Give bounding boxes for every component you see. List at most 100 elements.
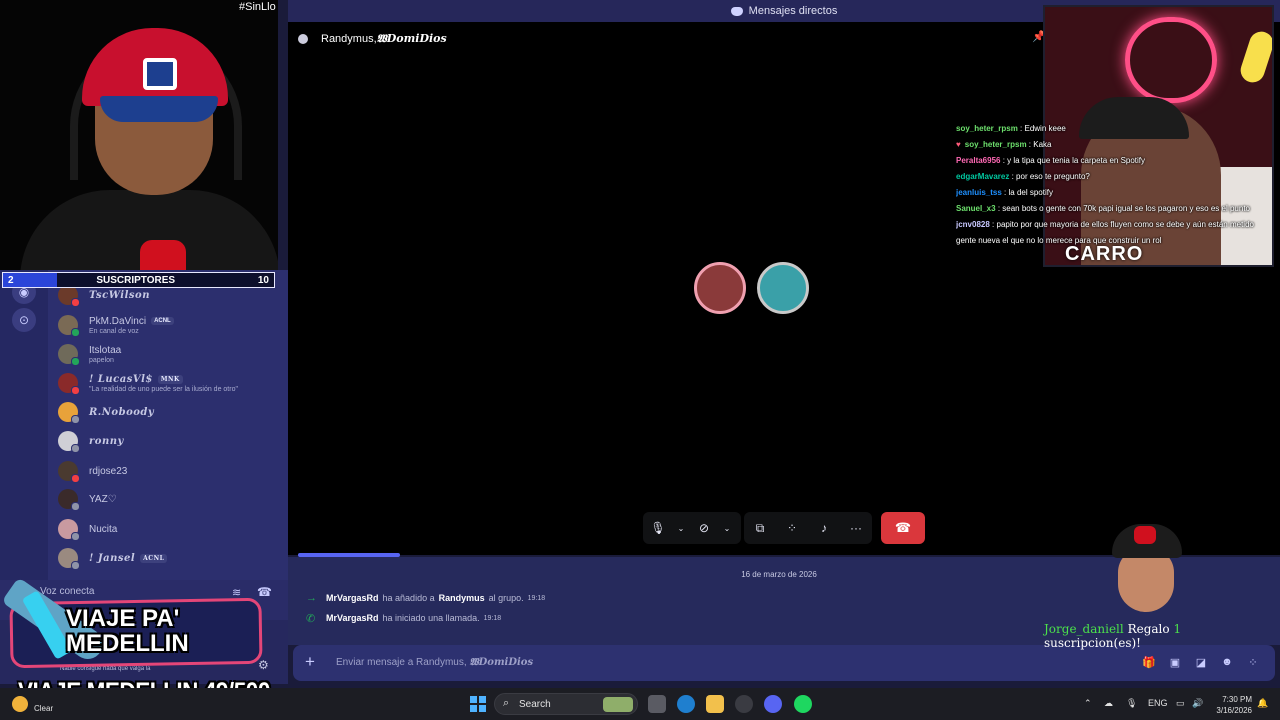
member-status-text: En canal de voz (89, 327, 139, 335)
member-name-text: Itslotaa (89, 344, 122, 356)
avatar (58, 402, 80, 424)
activities-icon[interactable]: ⁘ (776, 512, 808, 544)
avatar (58, 285, 80, 307)
member-text: TscWilson (89, 290, 150, 301)
chat-text: gente nueva el que no lo merece para que… (956, 236, 1162, 245)
edge-icon[interactable] (677, 695, 695, 713)
tray-mic-icon[interactable]: 🎙 (1126, 698, 1137, 709)
message-author[interactable]: MrVargasRd (326, 593, 379, 603)
member-item[interactable]: ronny (58, 428, 124, 454)
member-item[interactable]: Nucita (58, 516, 117, 542)
message-composer[interactable]: + Enviar mensaje a Randymus, 𝖂DomiDios 🎁… (293, 645, 1275, 681)
chat-username: soy_heter_rpsm (964, 140, 1027, 149)
subscriber-goal-bar: 2 SUSCRIPTORES 10 (2, 272, 275, 288)
call-header: Randymus, 𝖂DomiDios (298, 32, 447, 46)
sticker-icon[interactable]: ◪ (1193, 656, 1209, 670)
attach-plus-icon[interactable]: + (305, 652, 315, 672)
microphone (140, 240, 186, 270)
app-icon[interactable] (735, 695, 753, 713)
alert-avatar-logo (1134, 526, 1156, 544)
member-list: TscWilson PkM.DaVinci ACNL En canal de voz I… (48, 270, 288, 580)
language-indicator[interactable]: ENG (1148, 698, 1168, 708)
chat-text: : papito por que mayoria de ellos fluyen… (992, 220, 1254, 229)
network-icon[interactable]: ▭ (1176, 698, 1185, 709)
taskbar-search[interactable]: ⌕ Search (494, 693, 638, 715)
placeholder-text: Enviar mensaje a Randymus, (336, 657, 470, 668)
tray-chevron-icon[interactable]: ⌃ (1084, 698, 1092, 709)
member-text: rdjose23 (89, 466, 127, 477)
noise-suppression-icon[interactable]: ≋ (232, 586, 241, 599)
alert-count: 1 (1173, 622, 1182, 636)
camera-off-icon[interactable]: ⊘ (689, 512, 719, 544)
chat-text: : la del spotify (1004, 188, 1053, 197)
chat-text: : sean bots o gente con 70k papi igual s… (997, 204, 1250, 213)
member-text: ronny (89, 436, 124, 447)
member-status-text: papelon (89, 356, 114, 364)
alert-action: Regalo (1127, 622, 1170, 636)
avatar (58, 344, 80, 366)
mic-options-chevron-icon[interactable]: ⌄ (673, 512, 689, 544)
call-participant-fancy: 𝖂DomiDios (376, 32, 447, 45)
camera-options-chevron-icon[interactable]: ⌄ (719, 512, 735, 544)
member-name: ! LucasVl$ MNK (89, 374, 238, 385)
message-text: ha añadido a (382, 593, 435, 603)
chat-username: edgarMavarez (956, 172, 1010, 181)
subs-current: 2 (8, 274, 14, 286)
task-view-icon[interactable] (648, 695, 666, 713)
member-item[interactable]: R.Noboody (58, 399, 154, 425)
cap-brim (100, 96, 218, 122)
message-author[interactable]: MrVargasRd (326, 613, 379, 623)
member-name: ! Jansel ACNL (89, 553, 168, 564)
gift-icon[interactable]: 🎁 (1141, 656, 1157, 670)
tray-cloud-icon[interactable]: ☁ (1104, 698, 1113, 709)
message-timestamp: 19:18 (483, 614, 502, 622)
screen-share-icon[interactable]: ⧉ (744, 512, 776, 544)
member-item[interactable]: PkM.DaVinci ACNL En canal de voz (58, 312, 174, 338)
member-item[interactable]: Itslotaa papelon (58, 341, 121, 367)
member-text: ! LucasVl$ MNK "La realidad de uno puede s… (89, 374, 238, 393)
system-clock[interactable]: 7:30 PM 3/16/2026 (1212, 694, 1252, 716)
alert-username: Jorge_daniell (1044, 622, 1124, 636)
soundboard-icon[interactable]: ♪ (808, 512, 840, 544)
weather-label[interactable]: Clear (34, 704, 53, 713)
gif-icon[interactable]: ▣ (1167, 656, 1183, 670)
spotify-icon[interactable] (794, 695, 812, 713)
viaje-sticker-text: VIAJE PA' MEDELLIN (66, 605, 189, 657)
discord-taskbar-icon[interactable] (764, 695, 782, 713)
windows-start-icon[interactable] (470, 696, 486, 712)
apps-icon[interactable]: ⁘ (1245, 656, 1261, 670)
member-name: R.Noboody (89, 407, 154, 418)
more-options-icon[interactable]: ··· (840, 512, 872, 544)
composer-placeholder[interactable]: Enviar mensaje a Randymus, 𝖂DomiDios (336, 657, 533, 668)
message-target-user[interactable]: Randymus (439, 593, 485, 603)
file-explorer-icon[interactable] (706, 695, 724, 713)
alert-suffix: suscripcion(es)! (1044, 636, 1141, 650)
avatar (58, 431, 80, 453)
avatar (58, 489, 80, 511)
emoji-icon[interactable]: ☻ (1219, 656, 1235, 670)
weather-icon[interactable] (12, 696, 28, 712)
participant-avatar-randymus[interactable] (694, 262, 746, 314)
member-item[interactable]: ! Jansel ACNL (58, 545, 168, 571)
leave-call-button[interactable]: ☎ (881, 512, 925, 544)
subs-goal: 10 (257, 274, 269, 286)
member-text: YAZ♡ (89, 494, 117, 505)
microphone-icon[interactable]: 🎙 (643, 512, 673, 544)
notifications-icon[interactable]: 🔔 (1257, 698, 1268, 709)
disconnect-icon[interactable]: ☎ (257, 585, 272, 599)
clan-tag-badge: ACNL (140, 553, 168, 563)
sub-gift-alert: Jorge_daniell Regalo 1 suscripcion(es)! (1044, 622, 1280, 650)
explore-icon[interactable]: ⊙ (12, 308, 36, 332)
member-item[interactable]: rdjose23 (58, 458, 127, 484)
member-item[interactable]: YAZ♡ (58, 486, 117, 512)
member-item[interactable]: ! LucasVl$ MNK "La realidad de uno puede s… (58, 370, 238, 396)
clock-date: 3/16/2026 (1216, 706, 1252, 715)
search-icon: ⌕ (503, 697, 510, 709)
stream-hashtag: #SinLlo (239, 1, 276, 13)
chat-username: jeanluis_tss (956, 188, 1002, 197)
participant-avatar-domidios[interactable] (757, 262, 809, 314)
volume-icon[interactable]: 🔊 (1192, 698, 1203, 709)
clock-time: 7:30 PM (1222, 695, 1252, 704)
settings-gear-icon[interactable]: ⚙ (258, 658, 269, 672)
call-actions: ⧉ ⁘ ♪ ··· (744, 512, 872, 544)
